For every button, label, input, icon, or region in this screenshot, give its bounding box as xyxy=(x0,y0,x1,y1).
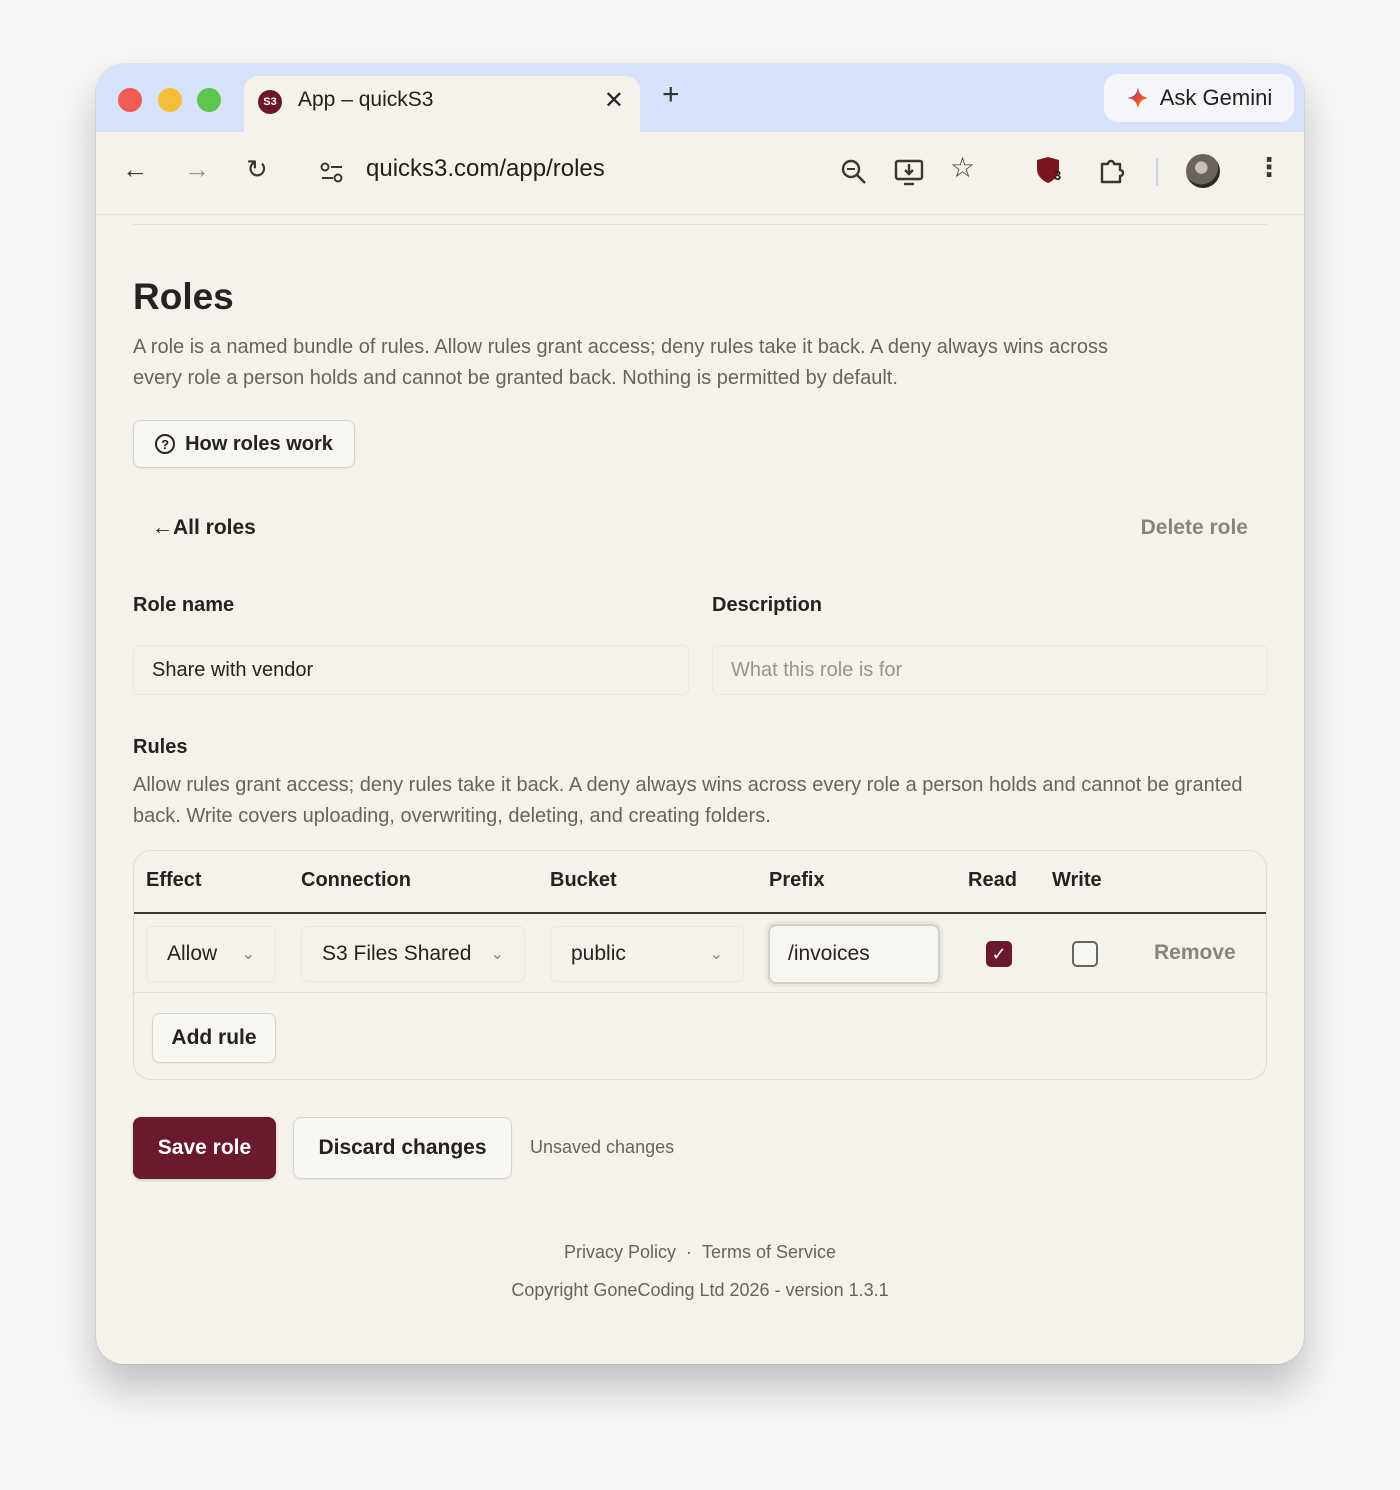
back-arrow-icon: ← xyxy=(152,516,173,539)
bookmark-star-icon[interactable]: ☆ xyxy=(950,154,975,182)
tab-app-quicks3[interactable]: S3 App – quickS3 ✕ xyxy=(244,76,640,132)
close-window-button[interactable] xyxy=(118,88,142,112)
close-tab-icon[interactable]: ✕ xyxy=(604,86,624,115)
reload-icon[interactable]: ↻ xyxy=(246,156,268,182)
role-name-label: Role name xyxy=(133,594,235,616)
rules-heading: Rules xyxy=(133,736,188,758)
zoom-icon[interactable] xyxy=(840,158,868,186)
column-header-bucket: Bucket xyxy=(550,869,617,891)
page-description: A role is a named bundle of rules. Allow… xyxy=(133,336,1108,389)
table-row-divider xyxy=(134,992,1266,993)
footer-separator: · xyxy=(685,1242,692,1262)
column-header-effect: Effect xyxy=(146,869,202,891)
connection-select[interactable]: S3 Files Shared ⌄ xyxy=(301,926,525,982)
connection-value: S3 Files Shared xyxy=(322,942,472,965)
install-app-icon[interactable] xyxy=(894,158,924,186)
description-input[interactable] xyxy=(712,645,1268,695)
remove-rule-button[interactable]: Remove xyxy=(1154,941,1236,965)
terms-of-service-link[interactable]: Terms of Service xyxy=(702,1242,836,1262)
ask-gemini-label: Ask Gemini xyxy=(1159,85,1273,110)
checkmark-icon: ✓ xyxy=(991,943,1007,964)
effect-value: Allow xyxy=(167,942,218,965)
extensions-puzzle-icon[interactable] xyxy=(1098,156,1128,184)
new-tab-icon[interactable]: + xyxy=(662,80,680,110)
discard-changes-button[interactable]: Discard changes xyxy=(293,1117,512,1179)
maximize-window-button[interactable] xyxy=(197,88,221,112)
back-arrow-icon[interactable]: ← xyxy=(122,156,148,182)
add-rule-button[interactable]: Add rule xyxy=(152,1013,276,1063)
all-roles-link[interactable]: ←All roles xyxy=(152,516,256,540)
footer-links: Privacy Policy · Terms of Service xyxy=(96,1242,1304,1263)
browser-window: S3 App – quickS3 ✕ + Ask Gemini ← → ↻ qu… xyxy=(96,64,1304,1364)
header-divider xyxy=(133,224,1267,225)
column-header-write: Write xyxy=(1052,869,1102,891)
how-roles-work-button[interactable]: ? How roles work xyxy=(133,420,355,468)
gemini-sparkle-icon xyxy=(1126,87,1149,109)
address-bar[interactable]: quicks3.com/app/roles xyxy=(366,155,605,183)
unsaved-status: Unsaved changes xyxy=(530,1137,675,1157)
save-role-button[interactable]: Save role xyxy=(133,1117,276,1179)
role-name-input[interactable] xyxy=(133,645,689,695)
profile-avatar[interactable] xyxy=(1186,154,1220,188)
site-settings-icon[interactable] xyxy=(320,162,344,184)
bucket-value: public xyxy=(571,942,626,965)
read-checkbox[interactable]: ✓ xyxy=(986,941,1012,967)
ask-gemini-button[interactable]: Ask Gemini xyxy=(1104,74,1294,122)
delete-role-button[interactable]: Delete role xyxy=(1141,516,1248,540)
rules-table: Effect Connection Bucket Prefix Read Wri… xyxy=(133,850,1267,1080)
tab-title: App – quickS3 xyxy=(298,88,434,111)
how-roles-work-label: How roles work xyxy=(185,432,333,455)
privacy-policy-link[interactable]: Privacy Policy xyxy=(564,1242,676,1262)
toolbar-separator xyxy=(1156,158,1158,186)
rules-description: Allow rules grant access; deny rules tak… xyxy=(133,774,1243,827)
browser-toolbar: ← → ↻ quicks3.com/app/roles ☆ 3 ⋮ xyxy=(96,132,1304,215)
all-roles-label: All roles xyxy=(173,516,256,539)
chevron-down-icon: ⌄ xyxy=(241,946,255,963)
quicks3-favicon-icon: S3 xyxy=(258,90,282,114)
table-header-divider xyxy=(134,912,1266,914)
bucket-select[interactable]: public ⌄ xyxy=(550,926,744,982)
extension-badge: 3 xyxy=(1054,168,1062,183)
effect-select[interactable]: Allow ⌄ xyxy=(146,926,276,982)
page-title: Roles xyxy=(133,276,234,317)
tab-strip: S3 App – quickS3 ✕ + Ask Gemini xyxy=(96,64,1304,132)
prefix-input[interactable] xyxy=(768,924,940,984)
copyright-text: Copyright GoneCoding Ltd 2026 - version … xyxy=(511,1280,889,1300)
column-header-connection: Connection xyxy=(301,869,411,891)
page-content: Roles A role is a named bundle of rules.… xyxy=(96,214,1304,1364)
column-header-read: Read xyxy=(968,869,1017,891)
minimize-window-button[interactable] xyxy=(158,88,182,112)
more-menu-icon[interactable]: ⋮ xyxy=(1256,154,1282,180)
column-header-prefix: Prefix xyxy=(769,869,825,891)
description-label: Description xyxy=(712,594,823,616)
chevron-down-icon: ⌄ xyxy=(709,946,723,963)
forward-arrow-icon[interactable]: → xyxy=(184,156,210,182)
help-circle-icon: ? xyxy=(155,434,176,454)
chevron-down-icon: ⌄ xyxy=(490,946,504,963)
write-checkbox[interactable] xyxy=(1072,941,1098,967)
